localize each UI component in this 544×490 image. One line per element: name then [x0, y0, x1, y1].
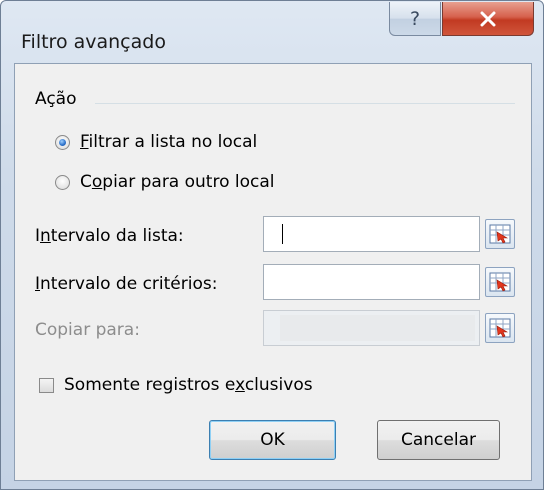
ok-button[interactable]: OK: [209, 420, 336, 460]
close-button[interactable]: [442, 2, 534, 36]
copy-to-ref-button[interactable]: [485, 313, 515, 343]
text-caret: [282, 224, 283, 244]
unique-records-checkbox[interactable]: Somente registros exclusivos: [39, 375, 313, 395]
radio-label-copy: Copiar para outro local: [80, 172, 275, 192]
help-icon: ?: [409, 7, 421, 30]
criteria-range-label: Intervalo de critérios:: [35, 274, 218, 294]
range-select-icon: [489, 224, 511, 244]
dialog-body: Ação Filtrar a lista no local Copiar par…: [14, 63, 532, 481]
cancel-button[interactable]: Cancelar: [377, 420, 500, 460]
radio-label-filter: Filtrar a lista no local: [80, 132, 258, 152]
list-range-label: Intervalo da lista:: [35, 226, 184, 246]
close-icon: [480, 11, 496, 26]
list-range-ref-button[interactable]: [485, 219, 515, 249]
range-select-icon: [489, 318, 511, 338]
action-group-label: Ação: [35, 89, 77, 109]
criteria-range-ref-button[interactable]: [485, 267, 515, 297]
checkbox-box[interactable]: [39, 377, 54, 393]
dialog-window: Filtro avançado ? Ação Filtrar a lista n…: [0, 0, 544, 490]
radio-button-unchecked[interactable]: [55, 174, 70, 190]
radio-filter-in-place[interactable]: Filtrar a lista no local: [55, 132, 257, 152]
copy-to-label: Copiar para:: [35, 320, 140, 340]
unique-records-label: Somente registros exclusivos: [64, 375, 313, 395]
group-divider: [95, 103, 515, 104]
radio-button-checked[interactable]: [55, 134, 70, 150]
copy-to-input: [263, 310, 480, 346]
help-button[interactable]: ?: [389, 2, 441, 36]
list-range-input[interactable]: [263, 216, 480, 252]
radio-copy-to-location[interactable]: Copiar para outro local: [55, 172, 275, 192]
range-select-icon: [489, 272, 511, 292]
dialog-title: Filtro avançado: [21, 31, 166, 53]
criteria-range-input[interactable]: [263, 264, 480, 300]
